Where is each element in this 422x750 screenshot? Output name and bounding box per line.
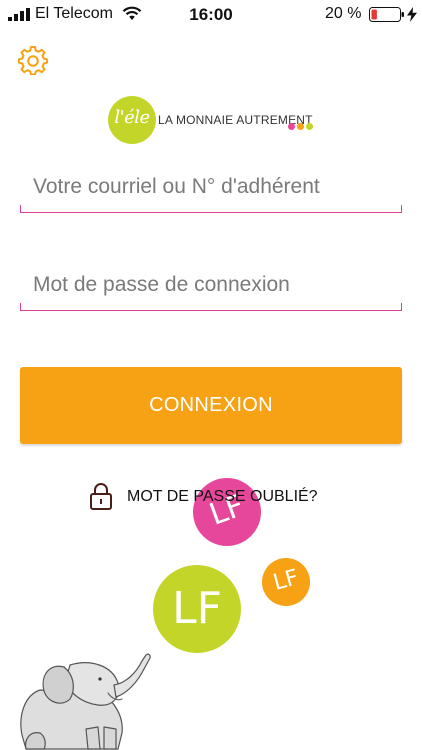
battery-icon: [369, 7, 404, 22]
elephant-illustration: [20, 653, 151, 750]
charging-bolt-icon: [407, 7, 417, 22]
green-lf-bubble: LF: [153, 565, 241, 653]
app-logo: l'éle LA MONNAIE AUTREMENT: [108, 96, 318, 144]
battery-percent: 20 %: [325, 5, 362, 22]
logo-dot: [297, 123, 304, 130]
connexion-button[interactable]: CONNEXION: [20, 367, 402, 444]
status-bar: El Telecom 16:00 20 %: [0, 0, 422, 28]
password-field[interactable]: [20, 263, 402, 307]
green-lf-bubble-text: LF: [172, 583, 222, 634]
password-field-container: [20, 263, 402, 311]
orange-lf-bubble: LF: [262, 558, 310, 606]
email-field-container: [20, 165, 402, 213]
logo-dot: [306, 123, 313, 130]
password-field-underline: [20, 303, 402, 311]
forgot-password-label: MOT DE PASSE OUBLIÉ?: [127, 488, 318, 505]
email-field[interactable]: [20, 165, 402, 209]
logo-dots: [288, 117, 318, 130]
logo-circle-text: l'éle: [114, 107, 150, 128]
logo-dot: [288, 123, 295, 130]
gear-icon[interactable]: [18, 45, 48, 75]
orange-lf-bubble-text: LF: [270, 565, 302, 596]
logo-circle: l'éle: [108, 96, 156, 144]
email-field-underline: [20, 205, 402, 213]
lock-icon: [90, 483, 112, 510]
